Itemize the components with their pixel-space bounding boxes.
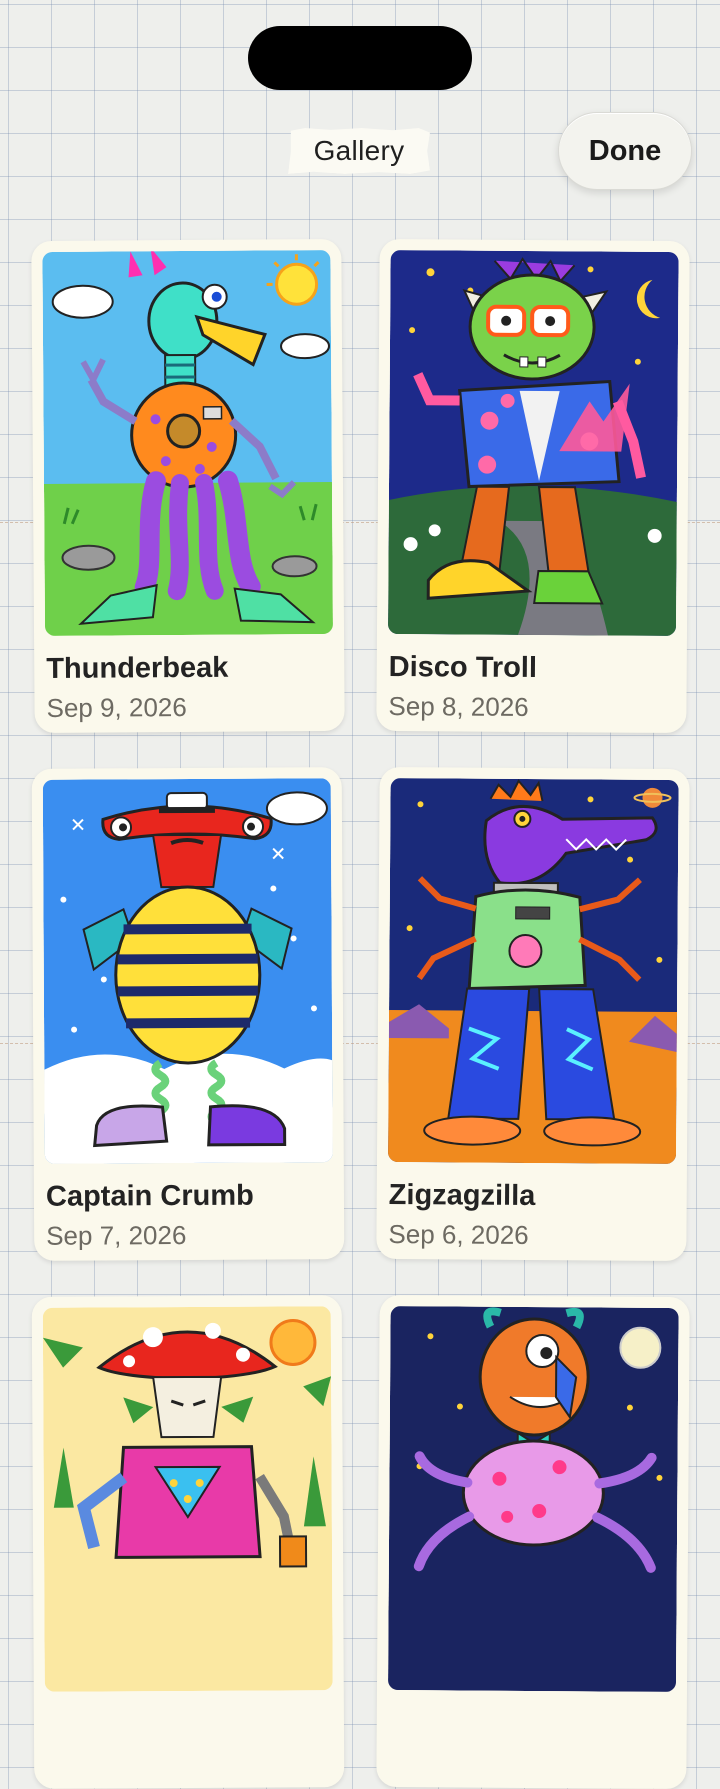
- gallery-card[interactable]: [376, 1295, 689, 1789]
- gallery-card[interactable]: Captain Crumb Sep 7, 2026: [32, 767, 345, 1261]
- card-date: Sep 7, 2026: [46, 1220, 186, 1252]
- card-title: Thunderbeak: [46, 652, 228, 686]
- orange-octopus-monster-drawing: [388, 1306, 679, 1692]
- purple-croc-monster-drawing: [388, 778, 679, 1164]
- page-title: Gallery: [288, 128, 430, 174]
- hammerhead-bee-monster-drawing: [43, 778, 333, 1164]
- gallery-card[interactable]: [32, 1295, 345, 1789]
- green-troll-monster-drawing: [388, 250, 679, 636]
- card-date: Sep 6, 2026: [388, 1219, 528, 1251]
- card-date: Sep 8, 2026: [388, 691, 528, 723]
- card-title: Zigzagzilla: [389, 1179, 536, 1213]
- card-date: Sep 9, 2026: [46, 692, 186, 724]
- gallery-card[interactable]: Thunderbeak Sep 9, 2026: [31, 239, 344, 733]
- gallery-card[interactable]: Zigzagzilla Sep 6, 2026: [376, 767, 689, 1261]
- mushroom-robot-monster-drawing: [43, 1306, 333, 1692]
- bird-robot-monster-drawing: [42, 250, 333, 636]
- card-title: Captain Crumb: [46, 1180, 254, 1214]
- done-button[interactable]: Done: [558, 112, 692, 190]
- dynamic-island: [248, 26, 472, 90]
- card-title: Disco Troll: [389, 651, 537, 685]
- gallery-card[interactable]: Disco Troll Sep 8, 2026: [376, 239, 689, 733]
